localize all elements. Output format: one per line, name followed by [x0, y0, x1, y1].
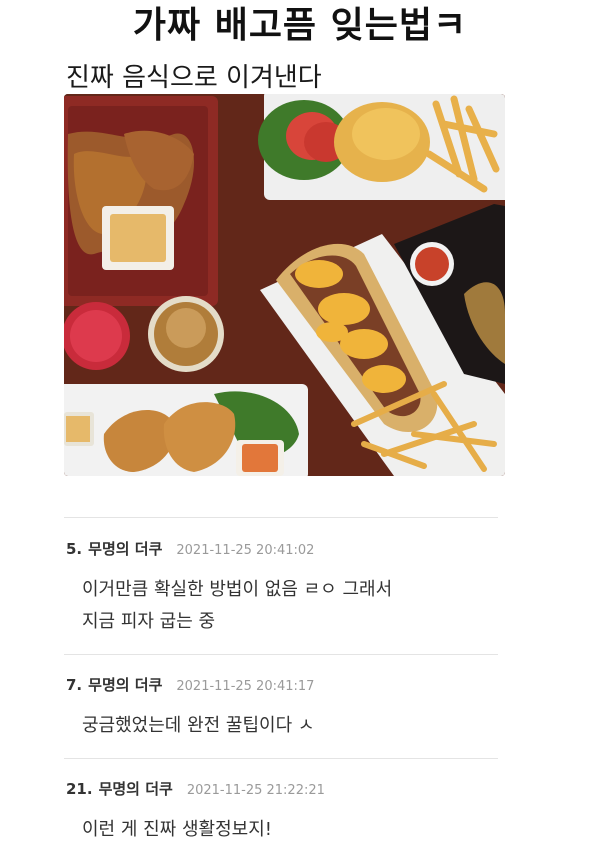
- comment-item: 7. 무명의 더쿠 2021-11-25 20:41:17 궁금했었는데 완전 …: [64, 674, 498, 742]
- comment-author[interactable]: 무명의 더쿠: [88, 674, 162, 695]
- post-subtitle: 진짜 음식으로 이겨낸다: [66, 63, 322, 93]
- comment-item: 21. 무명의 더쿠 2021-11-25 21:22:21 이런 게 진짜 생…: [64, 778, 498, 846]
- comment-text-line: 지금 피자 굽는 중: [82, 611, 216, 632]
- comment-number: 21.: [66, 780, 93, 798]
- comment-timestamp: 2021-11-25 20:41:02: [176, 543, 315, 558]
- divider: [64, 654, 498, 655]
- comment-timestamp: 2021-11-25 21:22:21: [186, 783, 325, 798]
- comment-author[interactable]: 무명의 더쿠: [88, 538, 162, 559]
- comment-text-line: 이거만큼 확실한 방법이 없음 ㄹㅇ 그래서: [82, 579, 393, 600]
- comment-item: 5. 무명의 더쿠 2021-11-25 20:41:02 이거만큼 확실한 방…: [64, 538, 498, 638]
- food-platter-photo: [64, 94, 505, 476]
- post-title: 가짜 배고픔 잊는법ㅋ: [132, 5, 468, 46]
- comment-number: 7.: [66, 676, 83, 694]
- comment-body: 궁금했었는데 완전 꿀팁이다 ㅅ: [82, 710, 498, 742]
- comment-text-line: 궁금했었는데 완전 꿀팁이다 ㅅ: [82, 715, 315, 736]
- comment-timestamp: 2021-11-25 20:41:17: [176, 679, 315, 694]
- divider: [64, 758, 498, 759]
- divider: [64, 517, 498, 518]
- comment-number: 5.: [66, 540, 83, 558]
- comment-author[interactable]: 무명의 더쿠: [99, 778, 173, 799]
- comment-body: 이런 게 진짜 생활정보지!: [82, 814, 498, 846]
- comment-text-line: 이런 게 진짜 생활정보지!: [82, 819, 272, 840]
- comment-body: 이거만큼 확실한 방법이 없음 ㄹㅇ 그래서 지금 피자 굽는 중: [82, 574, 498, 638]
